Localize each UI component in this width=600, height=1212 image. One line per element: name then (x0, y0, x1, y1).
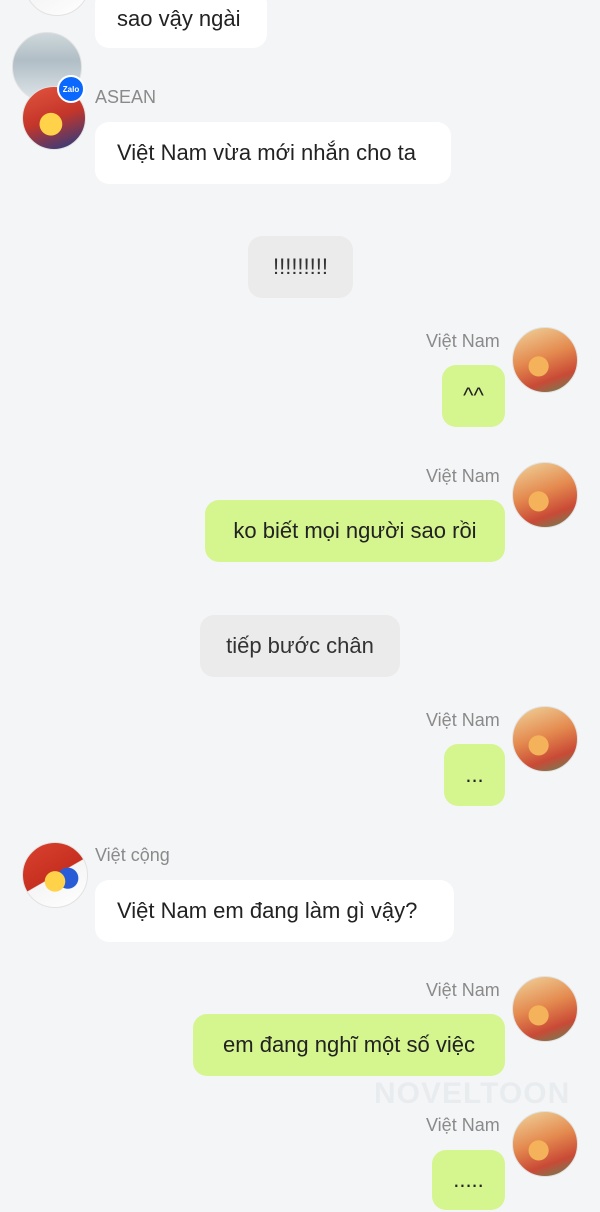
message-bubble[interactable]: sao vậy ngài (95, 0, 267, 48)
noveltoon-watermark: NOVELTOON (374, 1077, 571, 1110)
sender-name: Việt Nam (426, 466, 500, 486)
message-bubble[interactable]: ^^ (442, 365, 505, 427)
avatar-partial-icon[interactable] (24, 0, 90, 16)
avatar-vietnam-icon[interactable] (512, 976, 578, 1042)
message-bubble[interactable]: em đang nghĩ một số việc (193, 1014, 505, 1076)
message-bubble[interactable]: Việt Nam em đang làm gì vậy? (95, 880, 454, 942)
avatar-vietnam-icon[interactable] (512, 1111, 578, 1177)
message-bubble[interactable]: ... (444, 744, 505, 806)
system-message: tiếp bước chân (200, 615, 400, 677)
message-bubble[interactable]: ko biết mọi người sao rồi (205, 500, 505, 562)
message-bubble[interactable]: ..... (432, 1150, 505, 1210)
sender-name: Việt Nam (426, 980, 500, 1000)
system-message: !!!!!!!!! (248, 236, 353, 298)
sender-name: Việt Nam (426, 710, 500, 730)
avatar-vietnam-icon[interactable] (512, 706, 578, 772)
sender-name: Việt Nam (426, 1115, 500, 1135)
avatar-vietnam-icon[interactable] (512, 462, 578, 528)
sender-name: Việt cộng (95, 845, 170, 865)
message-bubble[interactable]: Việt Nam vừa mới nhắn cho ta (95, 122, 451, 184)
sender-name: ASEAN (95, 87, 157, 107)
avatar-vietnam-icon[interactable] (512, 327, 578, 393)
sender-name: Việt Nam (426, 331, 500, 351)
zalo-badge-icon: Zalo (57, 75, 85, 103)
avatar-vietcong-icon[interactable] (22, 842, 88, 908)
